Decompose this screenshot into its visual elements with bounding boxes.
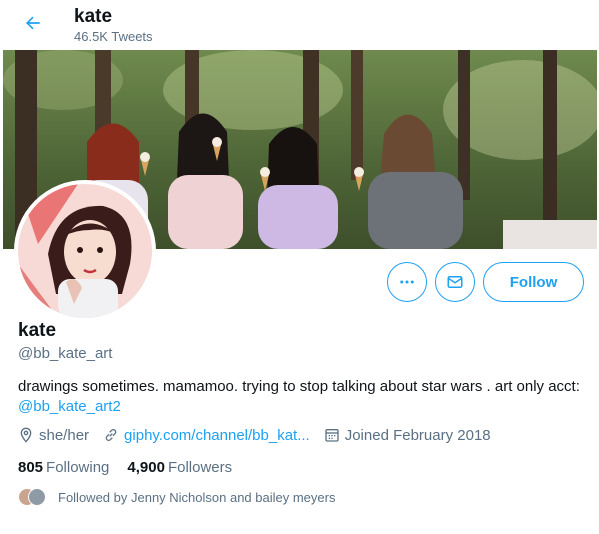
joined-text: Joined February 2018	[344, 426, 491, 444]
top-bar: kate 46.5K Tweets	[0, 0, 599, 50]
pronouns-text: she/her	[39, 426, 90, 444]
profile-display-name: kate	[18, 320, 57, 341]
profile-meta: she/her giphy.com/channel/bb_kat... Join…	[18, 426, 505, 444]
bio-mention-link[interactable]: @bb_kate_art2	[18, 398, 121, 415]
followers-label: Followers	[167, 459, 233, 476]
profile-stats: 805 Following 4,900 Followers	[18, 459, 250, 476]
calendar-icon	[325, 429, 339, 442]
joined-item: Joined February 2018	[324, 427, 491, 444]
back-button[interactable]	[18, 8, 48, 38]
follow-button[interactable]: Follow	[483, 262, 584, 302]
more-options-button[interactable]	[387, 262, 427, 302]
envelope-icon	[447, 276, 463, 288]
followers-count: 4,900	[127, 459, 165, 476]
followed-by-text: Followed by Jenny Nicholson and bailey m…	[58, 489, 336, 505]
pronouns-item: she/her	[18, 427, 89, 444]
profile-avatar[interactable]	[14, 180, 156, 322]
link-icon	[105, 429, 117, 441]
message-button[interactable]	[435, 262, 475, 302]
following-label: Following	[46, 459, 110, 476]
followed-by[interactable]: Followed by Jenny Nicholson and bailey m…	[18, 487, 335, 507]
website-item: giphy.com/channel/bb_kat...	[103, 427, 310, 444]
follower-avatar	[28, 488, 46, 506]
profile-bio: drawings sometimes. mamamoo. trying to s…	[18, 377, 588, 417]
header-name: kate	[74, 6, 113, 27]
profile-handle: @bb_kate_art	[18, 345, 113, 362]
more-dots-icon	[400, 280, 414, 284]
followed-by-avatars	[18, 487, 48, 507]
following-link[interactable]: 805 Following	[18, 459, 109, 476]
header-tweet-count: 46.5K Tweets	[74, 29, 153, 44]
website-link[interactable]: giphy.com/channel/bb_kat...	[124, 427, 310, 444]
following-count: 805	[18, 459, 44, 476]
bio-text: drawings sometimes. mamamoo. trying to s…	[18, 378, 580, 395]
followers-link[interactable]: 4,900 Followers	[127, 459, 232, 476]
arrow-left-icon	[26, 16, 40, 30]
location-pin-icon	[20, 427, 32, 443]
